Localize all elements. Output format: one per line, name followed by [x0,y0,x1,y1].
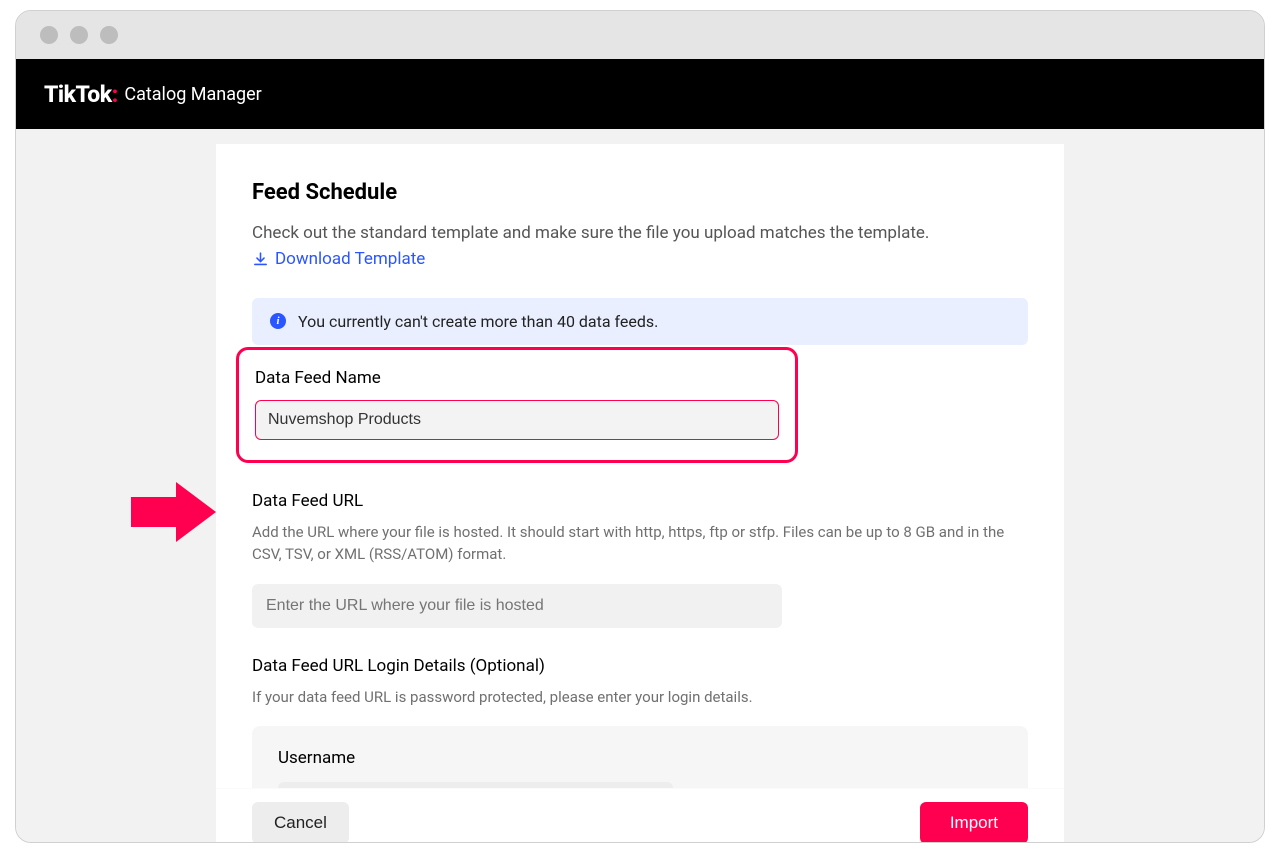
app-header: TikTok: Catalog Manager [16,59,1264,129]
footer-bar: Cancel Import [216,788,1064,842]
login-details-helper: If your data feed URL is password protec… [252,686,1028,709]
feed-name-input[interactable] [255,400,779,440]
download-icon [252,251,269,268]
feed-url-helper: Add the URL where your file is hosted. I… [252,521,1028,566]
page-background: Feed Schedule Check out the standard tem… [16,129,1264,842]
feed-url-input[interactable] [252,584,782,628]
download-template-label: Download Template [275,249,425,269]
window-close-dot[interactable] [40,26,58,44]
info-banner-text: You currently can't create more than 40 … [298,312,658,331]
window-minimize-dot[interactable] [70,26,88,44]
page-title: Feed Schedule [252,180,1028,205]
feed-name-highlight: Data Feed Name [236,347,798,463]
cancel-button[interactable]: Cancel [252,802,349,843]
login-details-label: Data Feed URL Login Details (Optional) [252,656,1028,676]
feed-url-label: Data Feed URL [252,491,1028,511]
info-icon: i [270,313,286,329]
arrow-annotation-icon [131,482,216,542]
window-maximize-dot[interactable] [100,26,118,44]
brand-name: TikTok [44,81,112,108]
username-label: Username [278,748,1002,768]
download-template-link[interactable]: Download Template [252,249,425,269]
browser-titlebar [16,11,1264,59]
browser-frame: TikTok: Catalog Manager Feed Schedule Ch… [15,10,1265,843]
brand-subtitle: Catalog Manager [124,84,261,105]
content-card: Feed Schedule Check out the standard tem… [216,144,1064,842]
feed-name-label: Data Feed Name [255,368,779,388]
import-button[interactable]: Import [920,802,1028,843]
page-subtitle: Check out the standard template and make… [252,223,1028,243]
brand-colon: : [112,81,119,108]
info-banner: i You currently can't create more than 4… [252,298,1028,345]
